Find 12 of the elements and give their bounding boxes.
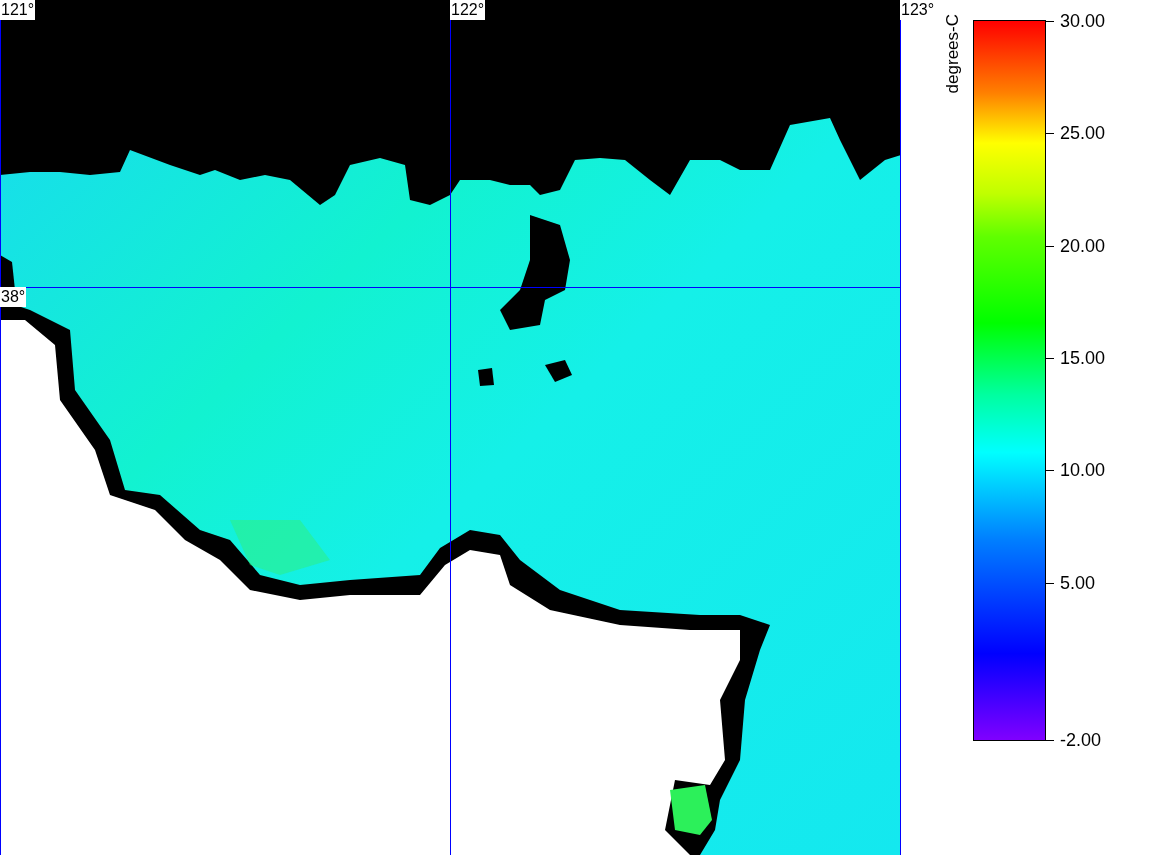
latitude-label: 38°	[0, 287, 27, 307]
longitude-label: 121°	[0, 0, 36, 20]
colorbar-tick-label: 15.00	[1060, 348, 1106, 369]
colorbar-tick-label: 25.00	[1060, 123, 1106, 144]
longitude-label: 123°	[900, 0, 936, 20]
colorbar-tick-label: 10.00	[1060, 460, 1106, 481]
colorbar-tick-label: 20.00	[1060, 235, 1106, 256]
colorbar-tick-label: 30.00	[1060, 11, 1106, 31]
colorbar-title: degrees-C	[944, 14, 961, 94]
colorbar-tick-label: 5.00	[1060, 572, 1096, 593]
longitude-label: 122°	[450, 0, 486, 20]
colorbar-tick-label: -2.00	[1060, 730, 1102, 750]
